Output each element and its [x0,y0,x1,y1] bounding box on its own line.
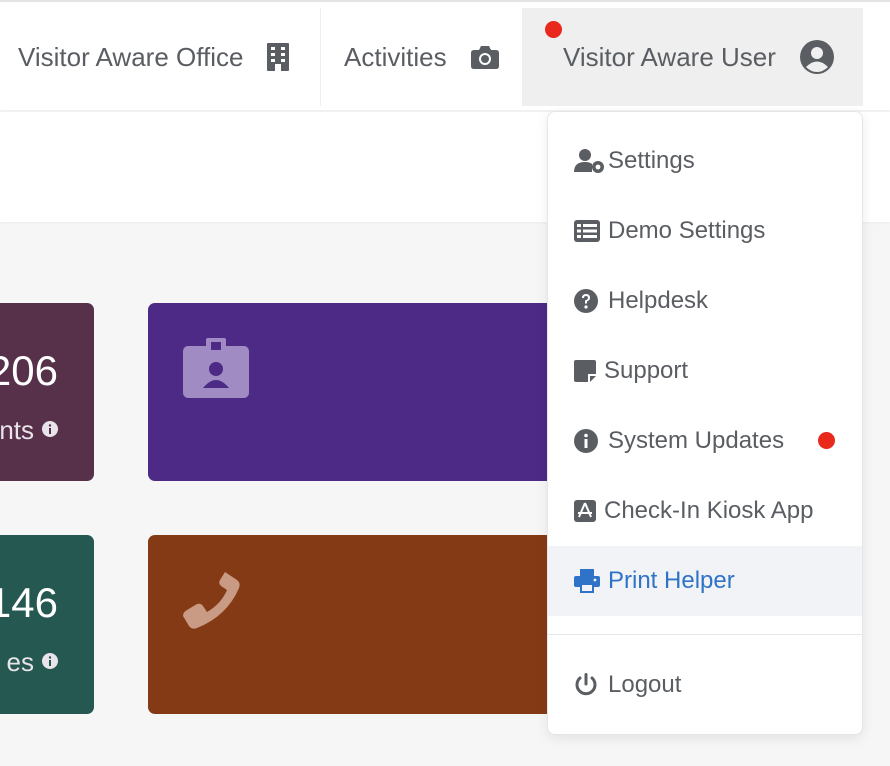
info-circle-icon [574,429,608,453]
stat-number: 206 [0,347,58,394]
stat-label-text: es [6,647,34,677]
user-dropdown-menu: Settings Demo Settings Helpdesk Support … [547,111,863,735]
menu-item-label: Logout [608,671,682,698]
menu-item-support[interactable]: Support [548,336,862,406]
stat-number: 146 [0,579,58,626]
menu-item-settings[interactable]: Settings [548,126,862,196]
power-icon [574,673,608,697]
stat-card-calls[interactable] [148,535,568,714]
activities-nav-item[interactable]: Activities [344,8,514,106]
user-circle-icon [799,40,834,74]
question-circle-icon [574,289,608,313]
info-icon[interactable] [42,413,58,444]
stat-card-appointments[interactable]: 206 nts [0,303,94,481]
menu-item-label: Settings [608,147,695,174]
menu-item-demo-settings[interactable]: Demo Settings [548,196,862,266]
menu-item-label: Print Helper [608,567,735,594]
menu-item-label: Check-In Kiosk App [604,497,814,524]
top-navbar: Visitor Aware Office Activities Visitor … [0,0,890,110]
menu-item-label: System Updates [608,427,785,454]
menu-divider [548,634,862,635]
stat-card-visits[interactable]: 146 es [0,535,94,714]
notification-dot [545,21,562,38]
user-menu-toggle[interactable]: Visitor Aware User [522,8,863,106]
activities-label: Activities [344,41,447,72]
app-store-icon [574,500,604,522]
menu-item-print-helper[interactable]: Print Helper [548,546,862,616]
stat-label: nts [0,415,58,446]
office-nav-item[interactable]: Visitor Aware Office [18,8,318,106]
notification-dot [818,432,835,449]
menu-item-check-in-kiosk-app[interactable]: Check-In Kiosk App [548,476,862,546]
stat-label-text: nts [0,415,34,445]
camera-icon [470,45,499,69]
menu-item-logout[interactable]: Logout [548,650,862,720]
stat-card-badges[interactable] [148,303,568,481]
sticky-note-icon [574,360,604,382]
user-gear-icon [574,148,608,174]
building-icon [267,43,290,71]
menu-item-label: Demo Settings [608,217,766,244]
menu-item-system-updates[interactable]: System Updates [548,406,862,476]
phone-icon [183,570,243,635]
list-icon [574,220,608,242]
nav-divider [320,8,321,106]
stat-label: es [7,647,58,678]
menu-item-label: Helpdesk [608,287,709,314]
menu-item-helpdesk[interactable]: Helpdesk [548,266,862,336]
id-badge-icon [183,338,249,403]
printer-icon [574,569,608,593]
menu-item-label: Support [604,357,689,384]
info-icon[interactable] [42,645,58,676]
user-label: Visitor Aware User [563,41,776,72]
office-label: Visitor Aware Office [18,41,244,72]
